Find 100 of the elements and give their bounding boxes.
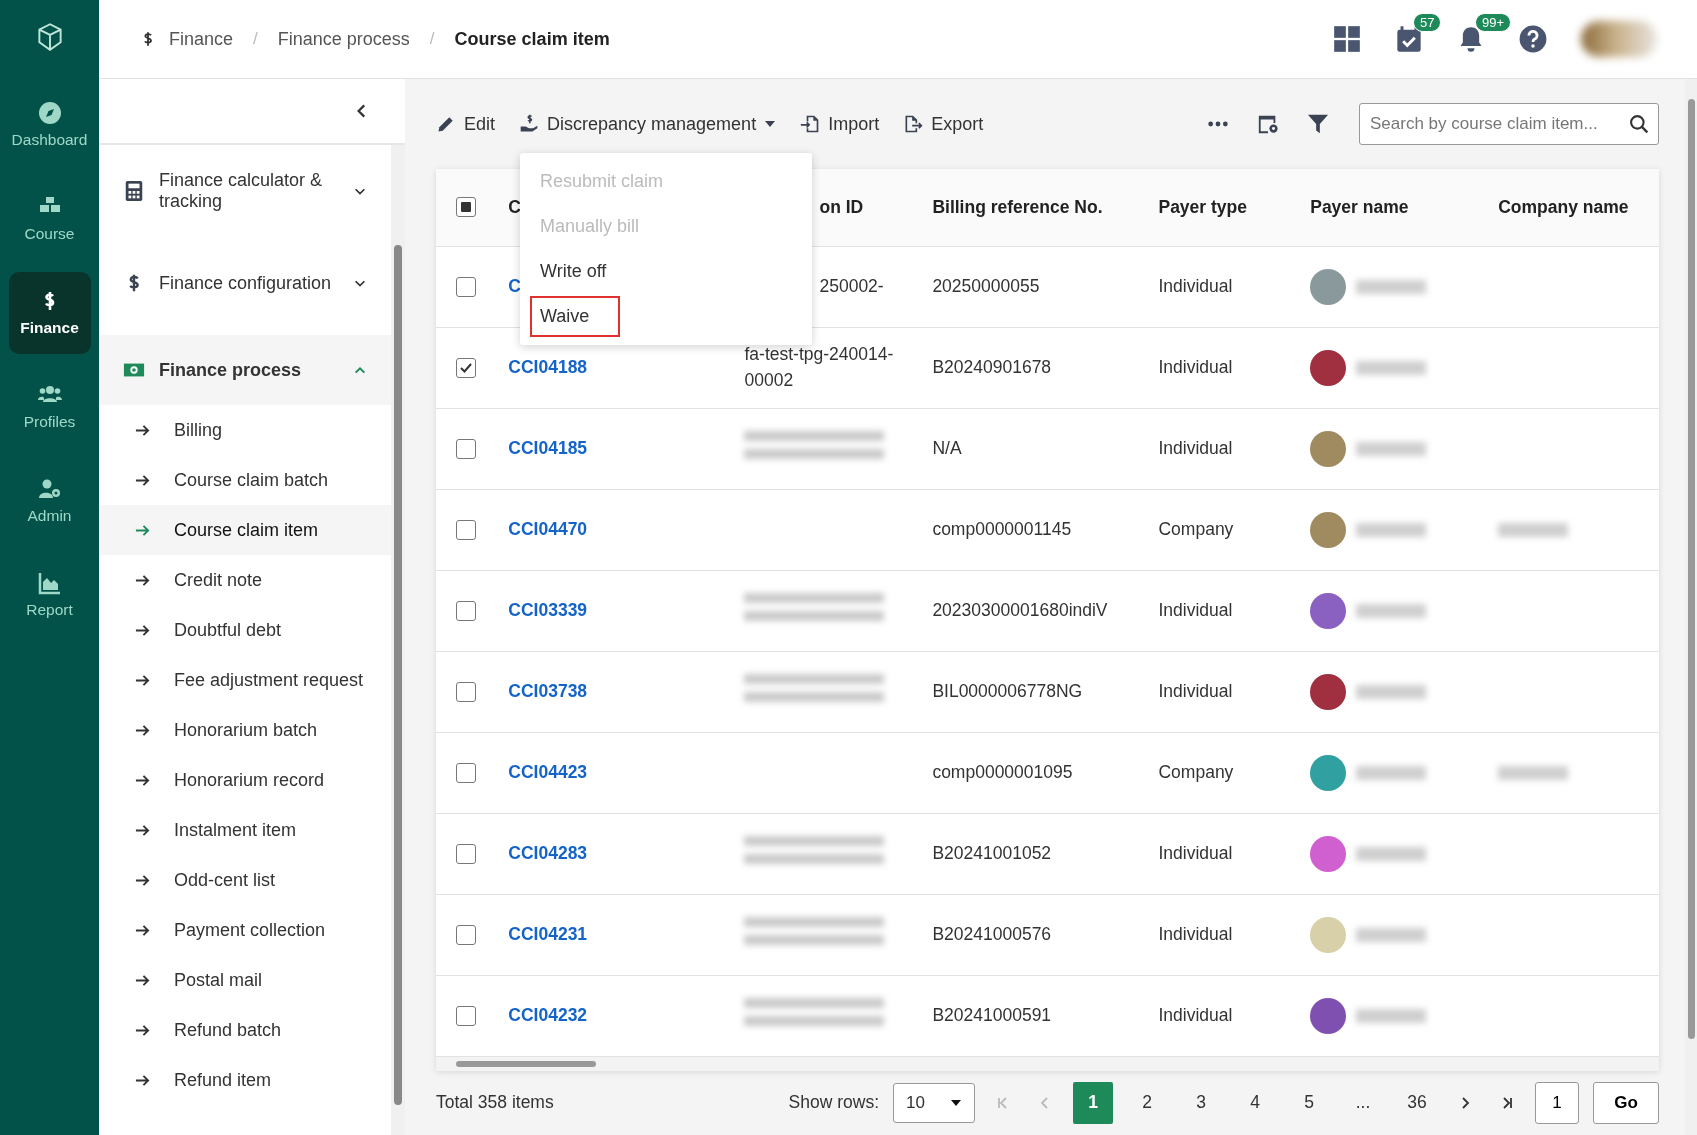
- redacted-text: [1356, 522, 1427, 537]
- menu-item[interactable]: Instalment item: [99, 805, 391, 855]
- filter-icon[interactable]: [1307, 113, 1329, 136]
- table-cell: Individual: [1148, 246, 1301, 328]
- page-button[interactable]: 1: [1073, 1081, 1113, 1124]
- nav-item[interactable]: Dashboard: [8, 84, 91, 166]
- claim-item-link[interactable]: CCI04185: [498, 408, 735, 490]
- nav-item[interactable]: Profiles: [8, 366, 91, 448]
- redacted-text: [1356, 927, 1427, 942]
- checkbox[interactable]: [456, 357, 476, 378]
- search-field[interactable]: Search by course claim item...: [1359, 103, 1659, 146]
- page-button[interactable]: 36: [1397, 1081, 1437, 1124]
- checkbox[interactable]: [456, 519, 476, 540]
- table-cell: Individual: [1148, 975, 1301, 1057]
- nav-item[interactable]: Course: [8, 178, 91, 260]
- menu-item[interactable]: Payment collection: [99, 905, 391, 955]
- checkbox[interactable]: [456, 600, 476, 621]
- file-import-icon: [800, 114, 821, 135]
- column-header[interactable]: Payer type: [1148, 169, 1301, 247]
- menu-group[interactable]: Finance calculator & tracking: [99, 145, 391, 237]
- menu-item[interactable]: Fee adjustment request: [99, 655, 391, 705]
- menu-item[interactable]: Credit note: [99, 555, 391, 605]
- claim-item-link[interactable]: CCI04470: [498, 489, 735, 571]
- checkbox[interactable]: [456, 276, 476, 297]
- menu-item[interactable]: Course claim batch: [99, 455, 391, 505]
- nav-item[interactable]: Finance: [8, 272, 91, 354]
- breadcrumb-link[interactable]: Finance: [169, 28, 234, 50]
- menu-group-label: Finance calculator & tracking: [159, 170, 324, 212]
- menu-group-label: Finance configuration: [159, 272, 333, 294]
- checkbox[interactable]: [456, 197, 476, 218]
- menu-item[interactable]: Honorarium batch: [99, 705, 391, 755]
- rows-select[interactable]: 10: [893, 1082, 975, 1123]
- count-badge: 57: [1413, 13, 1442, 32]
- column-settings-icon[interactable]: [1257, 113, 1279, 136]
- table-cell: 20250000055: [922, 246, 1149, 328]
- hand-dollar-icon: [519, 114, 540, 135]
- checkbox[interactable]: [456, 1005, 476, 1026]
- table-cell: Individual: [1148, 327, 1301, 409]
- calendar-check-icon[interactable]: [1395, 25, 1423, 53]
- page-button[interactable]: 4: [1235, 1081, 1275, 1124]
- claim-item-link[interactable]: CCI03738: [498, 651, 735, 733]
- claim-item-link[interactable]: CCI04423: [498, 732, 735, 814]
- column-header[interactable]: Billing reference No.: [922, 169, 1149, 247]
- page-button[interactable]: ...: [1343, 1081, 1383, 1124]
- file-export-icon: [903, 114, 924, 135]
- menu-item[interactable]: Honorarium record: [99, 755, 391, 805]
- claim-item-link[interactable]: CCI03339: [498, 570, 735, 652]
- menu-item[interactable]: Refund batch: [99, 1005, 391, 1055]
- go-button[interactable]: Go: [1593, 1081, 1659, 1124]
- page-input[interactable]: 1: [1535, 1081, 1579, 1124]
- table-cell: Individual: [1148, 651, 1301, 733]
- menu-group[interactable]: Finance process: [99, 335, 391, 405]
- page-button[interactable]: 2: [1127, 1081, 1167, 1124]
- checkbox[interactable]: [456, 924, 476, 945]
- toolbar-button[interactable]: Edit: [436, 113, 496, 135]
- menu-item[interactable]: Doubtful debt: [99, 605, 391, 655]
- menu-item[interactable]: Postal mail: [99, 955, 391, 1005]
- apps-grid-icon[interactable]: [1333, 25, 1361, 53]
- table-cell: Company: [1148, 489, 1301, 571]
- column-header[interactable]: Payer name: [1300, 169, 1489, 247]
- redacted-text: [1356, 684, 1427, 699]
- menu-group-label: Finance process: [159, 359, 303, 381]
- table-cell: BIL0000006778NG: [922, 651, 1149, 733]
- checkbox[interactable]: [456, 438, 476, 459]
- user-avatar[interactable]: [1581, 21, 1657, 57]
- nav-item[interactable]: Report: [8, 554, 91, 636]
- area-chart-icon: [37, 571, 62, 595]
- redacted-text: [1356, 1008, 1427, 1023]
- breadcrumb-link[interactable]: Finance process: [277, 28, 410, 50]
- claim-item-link[interactable]: CCI04231: [498, 894, 735, 976]
- checkbox[interactable]: [456, 681, 476, 702]
- claim-item-link[interactable]: CCI04232: [498, 975, 735, 1057]
- calculator-icon: [123, 180, 145, 202]
- menu-item[interactable]: Odd-cent list: [99, 855, 391, 905]
- menu-item[interactable]: Refund item: [99, 1055, 391, 1105]
- scrollbar[interactable]: [1685, 79, 1697, 1135]
- table-cell: Individual: [1148, 570, 1301, 652]
- claim-item-link[interactable]: CCI04283: [498, 813, 735, 895]
- menu-item[interactable]: Billing: [99, 405, 391, 455]
- table-cell: Individual: [1148, 813, 1301, 895]
- column-header[interactable]: Company name: [1488, 169, 1659, 247]
- table-cell: N/A: [922, 408, 1149, 490]
- table-cell: B20241000591: [922, 975, 1149, 1057]
- page-button[interactable]: 3: [1181, 1081, 1221, 1124]
- total-count: Total 358 items: [436, 1092, 554, 1114]
- scrollbar[interactable]: [391, 145, 405, 1135]
- table-cell: 20230300001680indiV: [922, 570, 1149, 652]
- page-button[interactable]: 5: [1289, 1081, 1329, 1124]
- toolbar-button[interactable]: Export: [903, 113, 984, 135]
- menu-group[interactable]: Finance configuration: [99, 237, 391, 329]
- checkbox[interactable]: [456, 843, 476, 864]
- count-badge: 99+: [1475, 13, 1512, 32]
- checkbox[interactable]: [456, 762, 476, 783]
- help-icon[interactable]: [1519, 25, 1547, 53]
- redacted-text: [1356, 441, 1427, 456]
- nav-item[interactable]: Admin: [8, 460, 91, 542]
- menu-item[interactable]: Course claim item: [99, 505, 391, 555]
- redacted-text: [1356, 279, 1427, 294]
- toolbar-button[interactable]: Import: [800, 113, 880, 135]
- dropdown-button[interactable]: Discrepancy management: [519, 113, 777, 135]
